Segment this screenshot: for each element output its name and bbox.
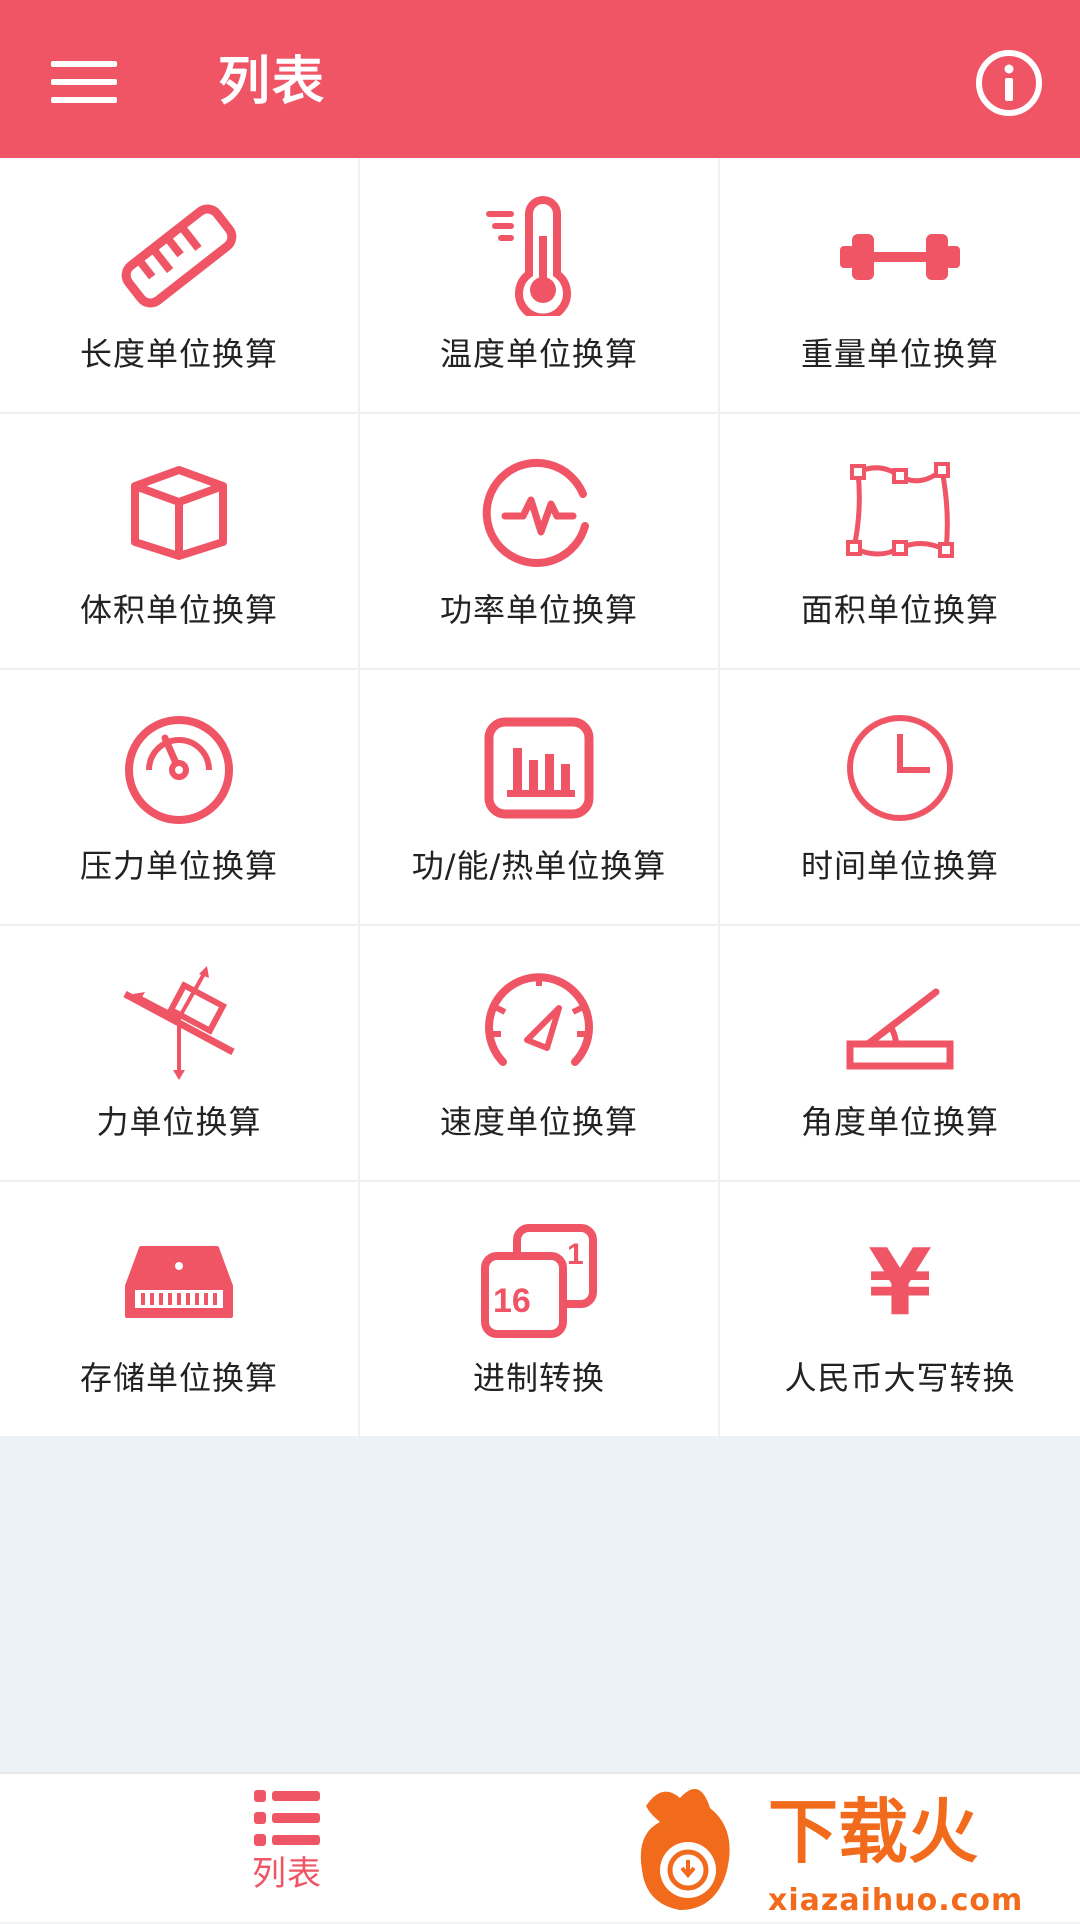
converter-label: 力单位换算 — [96, 1103, 262, 1141]
clock-icon — [836, 708, 964, 828]
info-icon — [976, 50, 1042, 116]
converter-label: 人民币大写转换 — [784, 1359, 1016, 1397]
list-icon — [254, 1790, 320, 1846]
converter-length[interactable]: 长度单位换算 — [0, 158, 360, 414]
dumbbell-icon — [836, 196, 964, 316]
converter-angle[interactable]: 角度单位换算 — [720, 926, 1080, 1182]
speedometer-icon — [475, 964, 603, 1084]
watermark-brand: 下载火 — [768, 1791, 978, 1873]
converter-label: 速度单位换算 — [439, 1103, 638, 1141]
converter-time[interactable]: 时间单位换算 — [720, 670, 1080, 926]
cube-icon — [115, 452, 243, 572]
yuan-symbol: ¥ — [868, 1229, 932, 1336]
converter-label: 角度单位换算 — [800, 1103, 999, 1141]
converter-label: 温度单位换算 — [439, 335, 638, 373]
area-polygon-icon — [836, 452, 964, 572]
converter-weight[interactable]: 重量单位换算 — [720, 158, 1080, 414]
converter-label: 时间单位换算 — [800, 847, 999, 885]
converter-power[interactable]: 功率单位换算 — [360, 414, 720, 670]
converter-volume[interactable]: 体积单位换算 — [0, 414, 360, 670]
converter-label: 进制转换 — [472, 1359, 605, 1397]
number-base-icon: 1 16 — [475, 1220, 603, 1340]
converter-label: 体积单位换算 — [79, 591, 278, 629]
pulse-icon — [475, 452, 603, 572]
converter-speed[interactable]: 速度单位换算 — [360, 926, 720, 1182]
converter-label: 存储单位换算 — [79, 1359, 278, 1397]
app-bar: 列表 — [0, 0, 1080, 158]
base-1-text: 1 — [567, 1238, 584, 1271]
converter-number-base[interactable]: 1 16 进制转换 — [360, 1182, 720, 1438]
converter-label: 功/能/热单位换算 — [411, 847, 667, 885]
force-vector-icon — [115, 964, 243, 1084]
watermark-logo: 下载火 xiazaihuo.com — [640, 1778, 1080, 1920]
converter-energy[interactable]: 功/能/热单位换算 — [360, 670, 720, 926]
converter-label: 长度单位换算 — [79, 335, 278, 373]
converter-grid: 长度单位换算 温度单位换算 重量单位换算 体积单位换算 功率单位换算 面积单位换… — [0, 158, 1080, 1438]
converter-force[interactable]: 力单位换算 — [0, 926, 360, 1182]
converter-storage[interactable]: 存储单位换算 — [0, 1182, 360, 1438]
converter-area[interactable]: 面积单位换算 — [720, 414, 1080, 670]
thermometer-icon — [475, 196, 603, 316]
bar-chart-icon — [475, 708, 603, 828]
pressure-gauge-icon — [115, 708, 243, 828]
nav-tab-label: 列表 — [252, 1854, 322, 1894]
menu-button[interactable] — [40, 44, 128, 120]
base-16-text: 16 — [493, 1282, 531, 1320]
nav-tab-list[interactable]: 列表 — [222, 1790, 352, 1910]
hamburger-menu-icon — [51, 61, 117, 103]
storage-drive-icon — [115, 1220, 243, 1340]
converter-label: 重量单位换算 — [800, 335, 999, 373]
info-button[interactable] — [974, 48, 1044, 118]
converter-label: 面积单位换算 — [800, 591, 999, 629]
yuan-icon: ¥ — [836, 1220, 964, 1340]
converter-pressure[interactable]: 压力单位换算 — [0, 670, 360, 926]
converter-label: 功率单位换算 — [439, 591, 638, 629]
watermark-domain: xiazaihuo.com — [768, 1883, 1023, 1918]
angle-icon — [836, 964, 964, 1084]
converter-rmb-uppercase[interactable]: ¥ 人民币大写转换 — [720, 1182, 1080, 1438]
ruler-icon — [115, 196, 243, 316]
converter-label: 压力单位换算 — [79, 847, 278, 885]
page-title: 列表 — [218, 52, 327, 112]
converter-temperature[interactable]: 温度单位换算 — [360, 158, 720, 414]
